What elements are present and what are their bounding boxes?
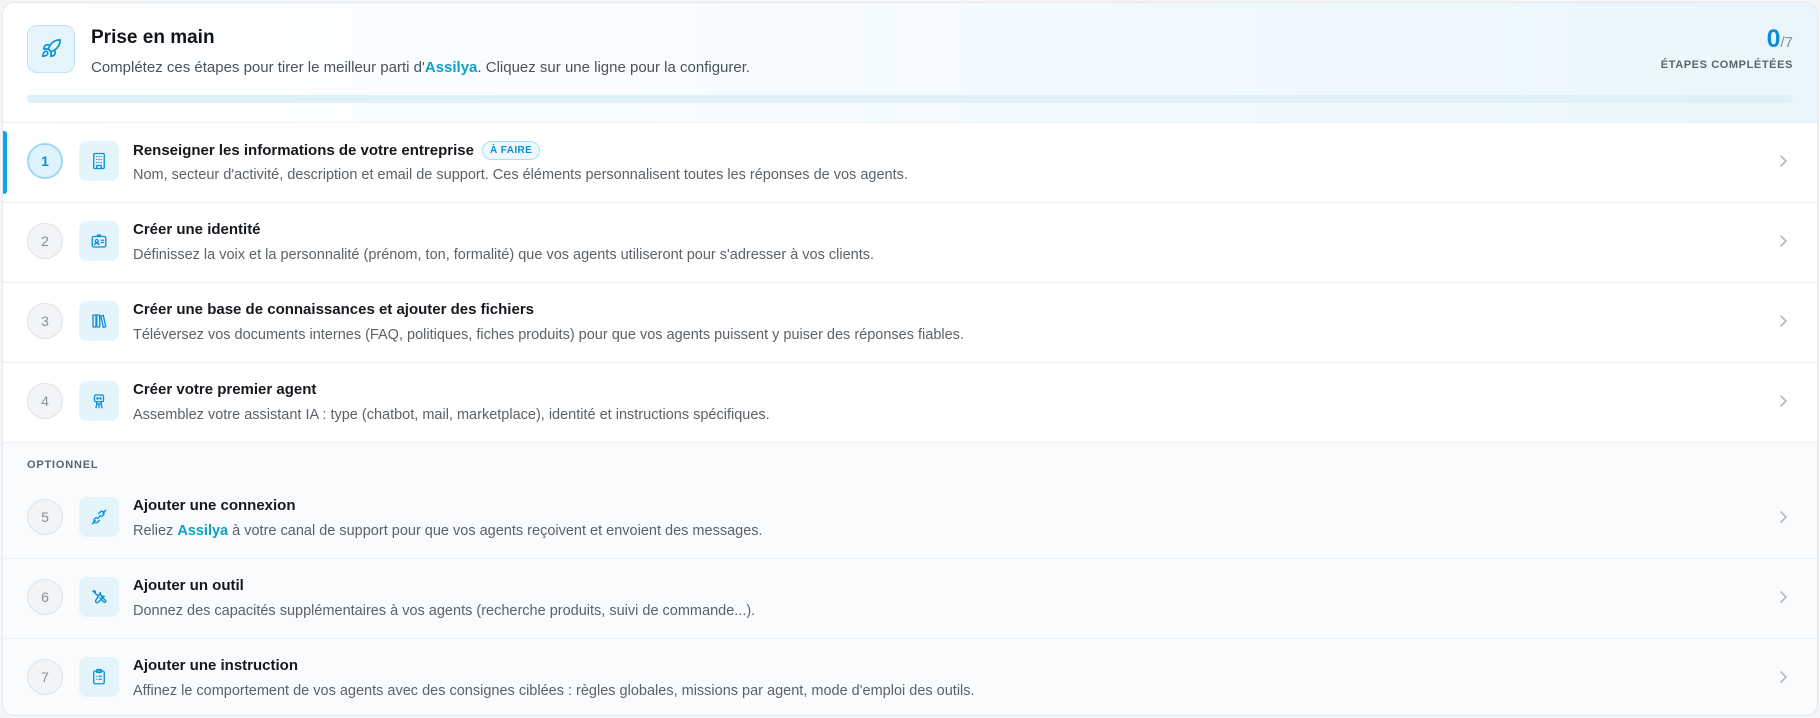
step-number: 5	[27, 499, 63, 535]
plug-icon	[79, 497, 119, 537]
todo-badge: À FAIRE	[481, 141, 541, 160]
step-title: Ajouter une instruction	[133, 657, 298, 674]
building-icon	[79, 141, 119, 181]
onboarding-card: Prise en main Complétez ces étapes pour …	[2, 2, 1818, 716]
clipboard-icon	[79, 657, 119, 697]
chevron-right-icon	[1780, 511, 1788, 523]
step-title: Renseigner les informations de votre ent…	[133, 141, 541, 160]
step-title-text: Renseigner les informations de votre ent…	[133, 142, 474, 159]
step-number: 2	[27, 223, 63, 259]
counter-label: ÉTAPES COMPLÉTÉES	[1660, 59, 1793, 71]
step-title: Créer votre premier agent	[133, 381, 317, 398]
optional-section-label: OPTIONNEL	[3, 443, 1817, 479]
step-description: Nom, secteur d'activité, description et …	[133, 167, 908, 183]
completed-count: 0	[1766, 25, 1781, 53]
step-instruction[interactable]: 7 Ajouter une instruction Affinez le com…	[3, 639, 1817, 715]
step-connection[interactable]: 5 Ajouter une connexion Reliez Assilya à…	[3, 479, 1817, 559]
chevron-right-icon	[1780, 671, 1788, 683]
step-number: 1	[27, 143, 63, 179]
page-subtitle: Complétez ces étapes pour tirer le meill…	[91, 59, 750, 76]
step-description: Définissez la voix et la personnalité (p…	[133, 247, 875, 263]
step-first-agent[interactable]: 4 Créer votre premier agent Assemblez vo…	[3, 363, 1817, 443]
step-desc-text-end: à votre canal de support pour que vos ag…	[228, 523, 763, 539]
step-title: Créer une identité	[133, 221, 261, 238]
page-title: Prise en main	[91, 27, 215, 48]
subtitle-text-end: . Cliquez sur une ligne pour la configur…	[477, 59, 751, 76]
step-description: Affinez le comportement de vos agents av…	[133, 683, 975, 699]
tools-icon	[79, 577, 119, 617]
rocket-icon	[27, 25, 75, 73]
step-identity[interactable]: 2 Créer une identité Définissez la voix …	[3, 203, 1817, 283]
step-company-info[interactable]: 1 Renseigner les informations de votre e…	[3, 123, 1817, 203]
chevron-right-icon	[1780, 155, 1788, 167]
step-title: Créer une base de connaissances et ajout…	[133, 301, 535, 318]
chevron-right-icon	[1780, 315, 1788, 327]
library-icon	[79, 301, 119, 341]
chevron-right-icon	[1780, 395, 1788, 407]
step-description: Reliez Assilya à votre canal de support …	[133, 523, 763, 539]
step-knowledge-base[interactable]: 3 Créer une base de connaissances et ajo…	[3, 283, 1817, 363]
total-count: /7	[1780, 34, 1793, 51]
robot-icon	[79, 381, 119, 421]
progress-bar	[27, 95, 1793, 103]
step-description: Donnez des capacités supplémentaires à v…	[133, 603, 756, 619]
step-number: 6	[27, 579, 63, 615]
chevron-right-icon	[1780, 235, 1788, 247]
step-number: 3	[27, 303, 63, 339]
step-tool[interactable]: 6 Ajouter un outil Donnez des capacités …	[3, 559, 1817, 639]
brand-name: Assilya	[177, 523, 229, 539]
id-card-icon	[79, 221, 119, 261]
step-description: Assemblez votre assistant IA : type (cha…	[133, 407, 770, 423]
step-title: Ajouter une connexion	[133, 497, 296, 514]
step-number: 4	[27, 383, 63, 419]
step-number: 7	[27, 659, 63, 695]
step-description: Téléversez vos documents internes (FAQ, …	[133, 327, 964, 343]
step-title: Ajouter un outil	[133, 577, 244, 594]
subtitle-text: Complétez ces étapes pour tirer le meill…	[91, 59, 425, 76]
chevron-right-icon	[1780, 591, 1788, 603]
onboarding-header: Prise en main Complétez ces étapes pour …	[3, 3, 1817, 123]
step-desc-text: Reliez	[133, 523, 178, 539]
brand-name: Assilya	[424, 59, 478, 76]
steps-counter: 0/7	[1767, 25, 1793, 54]
